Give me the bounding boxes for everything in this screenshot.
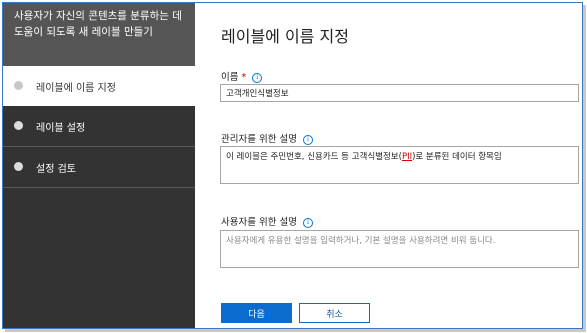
user-description-label: 사용자를 위한 설명 i: [221, 214, 313, 228]
wizard-sidebar: 사용자가 자신의 콘텐츠를 분류하는 데 도움이 되도록 새 레이블 만들기 레…: [3, 3, 195, 328]
pii-spellcheck-word: PII: [401, 152, 413, 162]
info-icon[interactable]: i: [252, 73, 263, 83]
step-label-settings[interactable]: 레이블 설정: [3, 106, 195, 146]
admin-description-text-end: )로 분류된 데이터 항목임: [412, 152, 502, 162]
step-label: 레이블 설정: [36, 122, 86, 134]
step-dot-icon: [14, 121, 23, 130]
sidebar-header: 사용자가 자신의 콘텐츠를 분류하는 데 도움이 되도록 새 레이블 만들기: [3, 3, 195, 66]
required-mark: *: [241, 72, 247, 83]
info-icon[interactable]: i: [302, 218, 313, 228]
cancel-button[interactable]: 취소: [299, 303, 370, 323]
divider: [3, 187, 195, 188]
step-active-dot-icon: [14, 81, 23, 90]
name-label: 이름 * i: [221, 69, 263, 83]
admin-description-label-text: 관리자를 위한 설명: [221, 134, 297, 145]
user-description-label-text: 사용자를 위한 설명: [221, 217, 297, 228]
next-button[interactable]: 다음: [221, 303, 292, 323]
step-name-label[interactable]: 레이블에 이름 지정: [3, 66, 195, 106]
step-review-settings[interactable]: 설정 검토: [3, 147, 195, 187]
admin-description-textarea[interactable]: 이 레이블은 주민번호, 신용카드 등 고객식별정보(PII)로 분류된 데이터…: [220, 146, 579, 184]
wizard-window: 사용자가 자신의 콘텐츠를 분류하는 데 도움이 되도록 새 레이블 만들기 레…: [2, 2, 583, 329]
admin-description-label: 관리자를 위한 설명 i: [221, 131, 313, 145]
user-description-textarea[interactable]: 사용자에게 유용한 설명을 입력하거나, 기본 설명을 사용하려면 비워 둡니다…: [220, 230, 579, 268]
page-title: 레이블에 이름 지정: [221, 27, 349, 46]
admin-description-text: 이 레이블은 주민번호, 신용카드 등 고객식별정보(: [226, 152, 402, 162]
name-label-text: 이름: [221, 72, 239, 83]
step-label: 레이블에 이름 지정: [36, 82, 116, 94]
step-label: 설정 검토: [36, 163, 76, 175]
step-dot-icon: [14, 162, 23, 171]
main-panel: 레이블에 이름 지정 이름 * i 고객개인식별정보 관리자를 위한 설명 i 이 레…: [195, 3, 582, 328]
name-input[interactable]: 고객개인식별정보: [220, 84, 579, 102]
info-icon[interactable]: i: [302, 135, 313, 145]
